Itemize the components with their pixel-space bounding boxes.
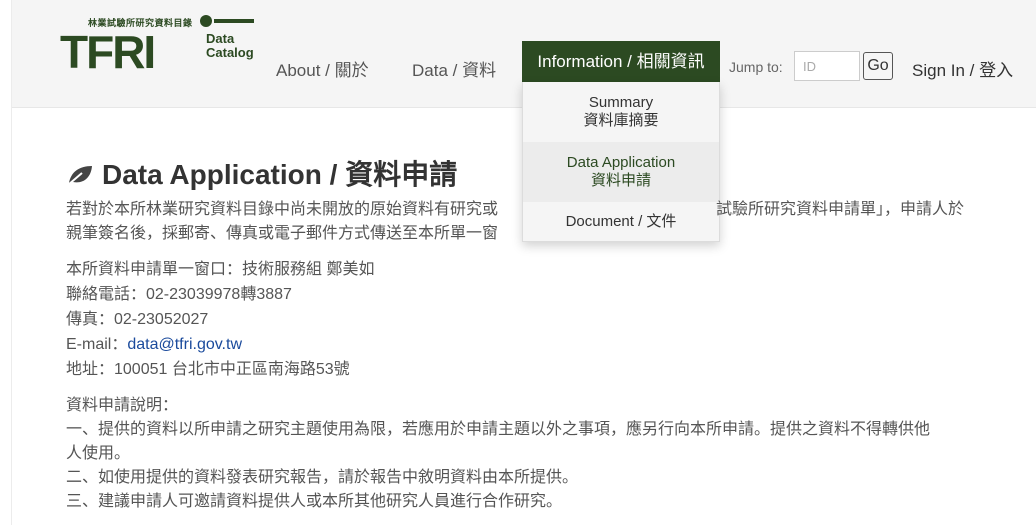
- sign-in-link[interactable]: Sign In / 登入: [912, 56, 1013, 81]
- dropdown-item-data-application[interactable]: Data Application 資料申請: [523, 142, 719, 202]
- intro-line-2: 親筆簽名後，採郵寄、傳真或電子郵件方式傳送至本所單一窗: [66, 225, 499, 242]
- go-button[interactable]: Go: [863, 52, 893, 80]
- note-item-2: 二、如使用提供的資料發表研究報告，請於報告中敘明資料由本所提供。: [66, 469, 579, 486]
- logo-sub-catalog: Catalog: [206, 45, 254, 60]
- contact-fax: 傳真：02-23052027: [66, 311, 209, 328]
- nav-data[interactable]: Data / 資料: [412, 56, 496, 81]
- note-item-3: 三、建議申請人可邀請資料提供人或本所其他研究人員進行合作研究。: [66, 493, 563, 510]
- logo-sub-data: Data: [206, 31, 235, 46]
- jump-to-label: Jump to:: [729, 59, 783, 75]
- dropdown-item-summary[interactable]: Summary 資料庫摘要: [523, 94, 719, 130]
- contact-email-link[interactable]: data@tfri.gov.tw: [127, 336, 242, 353]
- dropdown-item-label: Data Application: [566, 154, 676, 171]
- contact-window: 本所資料申請單一窗口：技術服務組 鄭美如: [66, 261, 375, 278]
- contact-email: E-mail：data@tfri.gov.tw: [66, 333, 242, 357]
- note-item-1: 一、提供的資料以所申請之研究主題使用為限，若應用於申請主題以外之事項，應另行向本…: [66, 421, 931, 438]
- left-gutter: [0, 0, 12, 525]
- contact-phone: 聯絡電話：02-23039978轉3887: [66, 286, 292, 303]
- page-title-text: Data Application / 資料申請: [102, 159, 458, 190]
- dropdown-item-label: Summary: [588, 94, 654, 111]
- contact-email-label: E-mail：: [66, 336, 128, 353]
- intro-line-1-right: 試驗所研究資料申請單」，申請人於: [716, 201, 965, 218]
- note-item-1-cont: 人使用。: [66, 445, 131, 462]
- intro-line-1-left: 若對於本所林業研究資料目錄中尚未開放的原始資料有研究或: [66, 201, 499, 218]
- logo-mark: TFRI: [60, 26, 156, 78]
- jump-id-input[interactable]: [794, 51, 860, 81]
- logo-bar: [214, 19, 254, 23]
- intro-line-1: 若對於本所林業研究資料目錄中尚未開放的原始資料有研究或 試驗所研究資料申請單」，申…: [66, 198, 964, 222]
- site-logo[interactable]: 林業試驗所研究資料目錄 TFRI Data Catalog: [56, 14, 256, 80]
- nav-about[interactable]: About / 關於: [276, 56, 369, 81]
- dropdown-item-sublabel: 資料庫摘要: [583, 112, 659, 129]
- contact-address: 地址：100051 台北市中正區南海路53號: [66, 361, 350, 378]
- dropdown-item-sublabel: 資料申請: [590, 172, 651, 189]
- leaf-icon: [67, 166, 92, 186]
- logo-dot: [200, 15, 212, 27]
- nav-information[interactable]: Information / 相關資訊: [522, 41, 720, 82]
- page-title: Data Application / 資料申請: [66, 153, 457, 193]
- notes-heading: 資料申請說明：: [66, 397, 179, 414]
